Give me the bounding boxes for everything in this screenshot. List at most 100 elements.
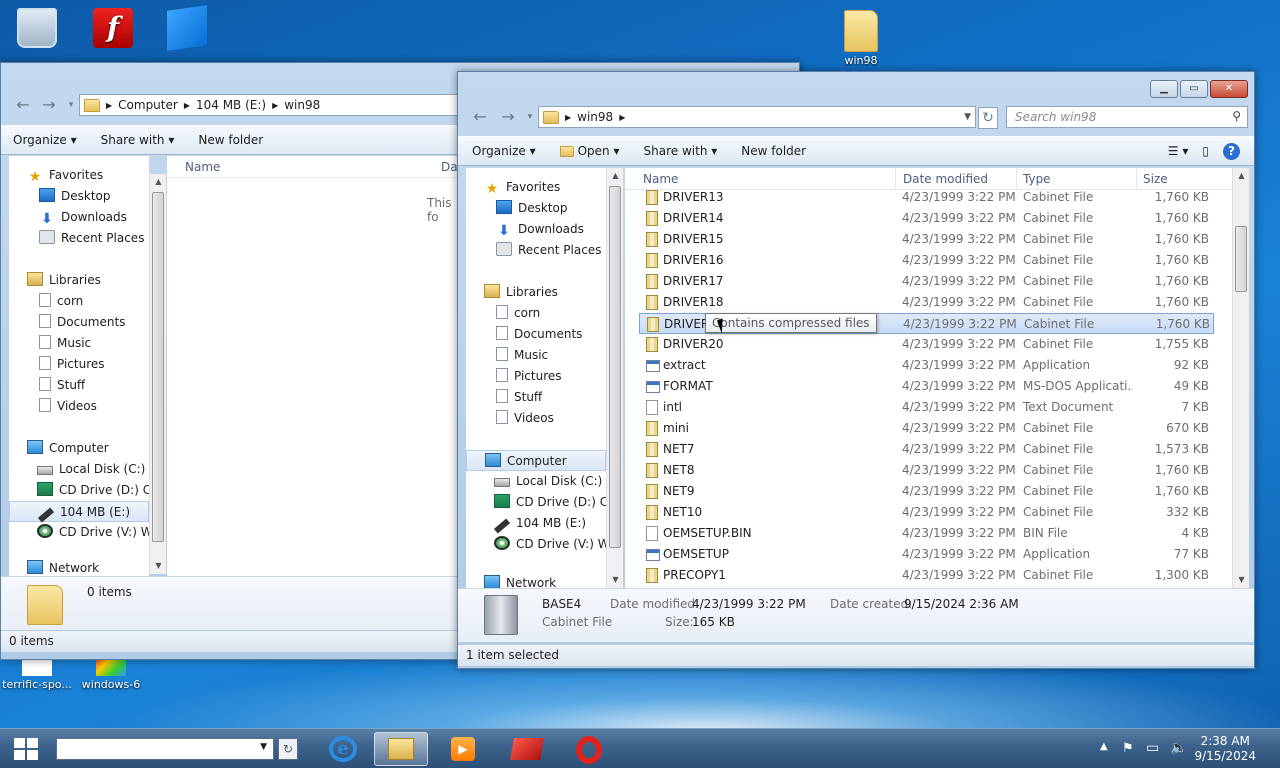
search-input[interactable]: Search win98 ⚲ [1006, 106, 1248, 128]
nav-cd-drive-v[interactable]: CD Drive (V:) Wi [37, 522, 149, 543]
nav-local-disk[interactable]: Local Disk (C:) [37, 459, 145, 480]
nav-music[interactable]: Music [39, 333, 91, 354]
nav-computer[interactable]: Computer [466, 450, 606, 471]
close-button[interactable]: ✕ [1210, 80, 1248, 98]
nav-libraries[interactable]: Libraries [27, 270, 101, 291]
nav-libraries[interactable]: Libraries [484, 282, 558, 303]
scroll-up-arrow-icon[interactable]: ▲ [607, 168, 624, 184]
nav-recent-places[interactable]: Recent Places [496, 240, 601, 261]
maximize-button[interactable]: ▭ [1180, 80, 1208, 98]
file-row[interactable]: intl 4/23/1999 3:22 PM Text Document 7 KB [639, 397, 1214, 418]
file-row[interactable]: NET9 4/23/1999 3:22 PM Cabinet File 1,760 K… [639, 481, 1214, 502]
nav-desktop[interactable]: Desktop [496, 198, 568, 219]
minimize-button[interactable]: ▁ [1150, 80, 1178, 98]
nav-stuff[interactable]: Stuff [496, 387, 542, 408]
nav-cd-drive-v[interactable]: CD Drive (V:) Wi [494, 534, 606, 555]
nav-downloads[interactable]: ⬇ Downloads [39, 207, 127, 228]
volume-muted-icon[interactable]: 🔈 [1170, 740, 1187, 756]
file-row[interactable]: FORMAT 4/23/1999 3:22 PM MS-DOS Applicati.… [639, 376, 1214, 397]
action-center-flag-icon[interactable]: ⚑ [1122, 741, 1134, 756]
preview-pane-icon[interactable]: ▯ [1194, 144, 1217, 158]
scroll-up-arrow-icon[interactable]: ▲ [1233, 168, 1250, 184]
nav-pictures[interactable]: Pictures [39, 354, 105, 375]
taskbar-media-player[interactable]: ▶ [436, 732, 490, 766]
help-icon[interactable]: ? [1217, 142, 1254, 160]
nav-network[interactable]: Network [484, 573, 556, 588]
nav-downloads[interactable]: ⬇ Downloads [496, 219, 584, 240]
nav-documents[interactable]: Documents [496, 324, 582, 345]
nav-cd-drive-d[interactable]: CD Drive (D:) CC [37, 480, 149, 501]
taskbar-explorer[interactable] [374, 732, 428, 766]
terrific-desktop-item[interactable]: terrific-spo... [0, 656, 74, 691]
nav-favorites[interactable]: ★ Favorites [27, 165, 104, 186]
network-status-icon[interactable]: ▭ [1146, 740, 1159, 756]
address-bar[interactable]: ▶ win98 ▶ ▼ [538, 106, 976, 128]
file-list-scrollbar[interactable]: ▲ ▼ [1232, 168, 1249, 588]
scroll-down-arrow-icon[interactable]: ▼ [150, 558, 167, 574]
back-arrow-icon[interactable]: ← [13, 95, 33, 115]
file-row[interactable]: DRIVER17 4/23/1999 3:22 PM Cabinet File 1,7… [639, 271, 1214, 292]
organize-button[interactable]: Organize ▾ [458, 144, 548, 158]
scroll-thumb[interactable] [152, 192, 164, 542]
address-bar[interactable]: ▶ Computer ▶ 104 MB (E:) ▶ win98 [79, 94, 499, 116]
nav-scrollbar[interactable]: ▲ ▼ [149, 174, 166, 574]
nav-music[interactable]: Music [496, 345, 548, 366]
nav-network[interactable]: Network [27, 558, 99, 576]
file-row[interactable]: OEMSETUP.BIN 4/23/1999 3:22 PM BIN File 4 K… [639, 523, 1214, 544]
taskbar-internet-explorer[interactable]: e [316, 732, 370, 766]
nav-usb-drive[interactable]: 104 MB (E:) [493, 513, 586, 534]
file-row[interactable]: NET10 4/23/1999 3:22 PM Cabinet File 332 KB [639, 502, 1214, 523]
file-row[interactable]: DRIVER14 4/23/1999 3:22 PM Cabinet File 1,7… [639, 208, 1214, 229]
breadcrumb-win98[interactable]: win98 [577, 110, 613, 124]
flash-player-icon[interactable]: f [76, 8, 150, 50]
recent-pages-chevron-icon[interactable]: ▾ [520, 107, 540, 127]
file-row[interactable]: NET8 4/23/1999 3:22 PM Cabinet File 1,760 K… [639, 460, 1214, 481]
column-name[interactable]: Name [179, 156, 447, 178]
new-folder-button[interactable]: New folder [186, 133, 275, 147]
scroll-down-arrow-icon[interactable]: ▼ [1233, 572, 1250, 588]
scroll-thumb[interactable] [1235, 226, 1247, 292]
refresh-icon[interactable]: ↻ [278, 738, 298, 760]
nav-recent-places[interactable]: Recent Places [39, 228, 144, 249]
refresh-icon[interactable]: ↻ [978, 107, 998, 129]
taskbar-opera[interactable] [562, 732, 616, 766]
nav-corn[interactable]: corn [39, 291, 83, 312]
windows-6-desktop-item[interactable]: windows-6 [74, 656, 148, 691]
scroll-up-arrow-icon[interactable]: ▲ [150, 174, 167, 190]
new-folder-button[interactable]: New folder [729, 144, 818, 158]
file-row[interactable]: DRIVER13 4/23/1999 3:22 PM Cabinet File 1,7… [639, 187, 1214, 208]
file-row[interactable]: DRIVER16 4/23/1999 3:22 PM Cabinet File 1,7… [639, 250, 1214, 271]
address-history-chevron-icon[interactable]: ▼ [964, 112, 971, 122]
nav-stuff[interactable]: Stuff [39, 375, 85, 396]
nav-local-disk[interactable]: Local Disk (C:) [494, 471, 602, 492]
nav-desktop[interactable]: Desktop [39, 186, 111, 207]
dropdown-chevron-icon[interactable]: ▼ [260, 742, 267, 752]
nav-computer[interactable]: Computer [27, 438, 109, 459]
nav-corn[interactable]: corn [496, 303, 540, 324]
open-button[interactable]: Open ▾ [548, 144, 632, 158]
file-row[interactable]: DRIVER15 4/23/1999 3:22 PM Cabinet File 1,7… [639, 229, 1214, 250]
file-row[interactable]: PRECOPY1 4/23/1999 3:22 PM Cabinet File 1,3… [639, 565, 1214, 586]
nav-cd-drive-d[interactable]: CD Drive (D:) CC [494, 492, 606, 513]
file-row[interactable]: DRIVER20 4/23/1999 3:22 PM Cabinet File 1,7… [639, 334, 1214, 355]
file-row[interactable]: extract 4/23/1999 3:22 PM Application 92 KB [639, 355, 1214, 376]
scroll-down-arrow-icon[interactable]: ▼ [607, 572, 624, 588]
show-hidden-icons-arrow-icon[interactable]: ▲ [1100, 741, 1108, 752]
file-row[interactable]: DRIVER18 4/23/1999 3:22 PM Cabinet File 1,7… [639, 292, 1214, 313]
win98-desktop-folder[interactable]: win98 [824, 10, 898, 67]
nav-favorites[interactable]: ★ Favorites [484, 177, 561, 198]
clock[interactable]: 2:38 AM 9/15/2024 [1194, 734, 1256, 764]
file-row[interactable]: mini 4/23/1999 3:22 PM Cabinet File 670 KB [639, 418, 1214, 439]
scroll-thumb[interactable] [609, 186, 621, 548]
view-options-icon[interactable]: ☰ ▾ [1162, 144, 1195, 158]
nav-scrollbar[interactable]: ▲ ▼ [606, 168, 623, 588]
nav-documents[interactable]: Documents [39, 312, 125, 333]
file-row[interactable]: NET7 4/23/1999 3:22 PM Cabinet File 1,573 K… [639, 439, 1214, 460]
forward-arrow-icon[interactable]: → [498, 107, 518, 127]
breadcrumb-computer[interactable]: Computer [118, 98, 178, 112]
breadcrumb-drive[interactable]: 104 MB (E:) [196, 98, 266, 112]
back-arrow-icon[interactable]: ← [470, 107, 490, 127]
share-with-button[interactable]: Share with ▾ [632, 144, 730, 158]
taskbar-app-red[interactable] [500, 732, 554, 766]
nav-videos[interactable]: Videos [39, 396, 97, 417]
